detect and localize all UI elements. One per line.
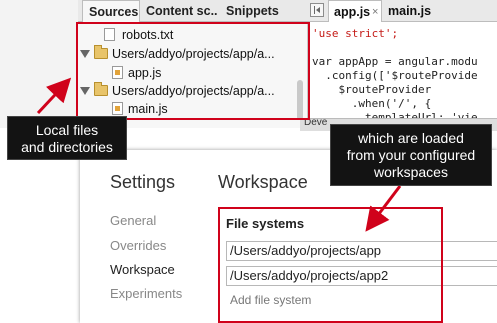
callout-text: Local files and directories [21,122,113,155]
callout-loaded-workspaces: which are loaded from your configured wo… [330,124,492,186]
arrow-to-local-files [36,77,72,115]
callout-local-files: Local files and directories [7,116,127,160]
callout-text: which are loaded from your configured wo… [346,130,476,180]
arrow-to-file-systems [365,185,402,232]
